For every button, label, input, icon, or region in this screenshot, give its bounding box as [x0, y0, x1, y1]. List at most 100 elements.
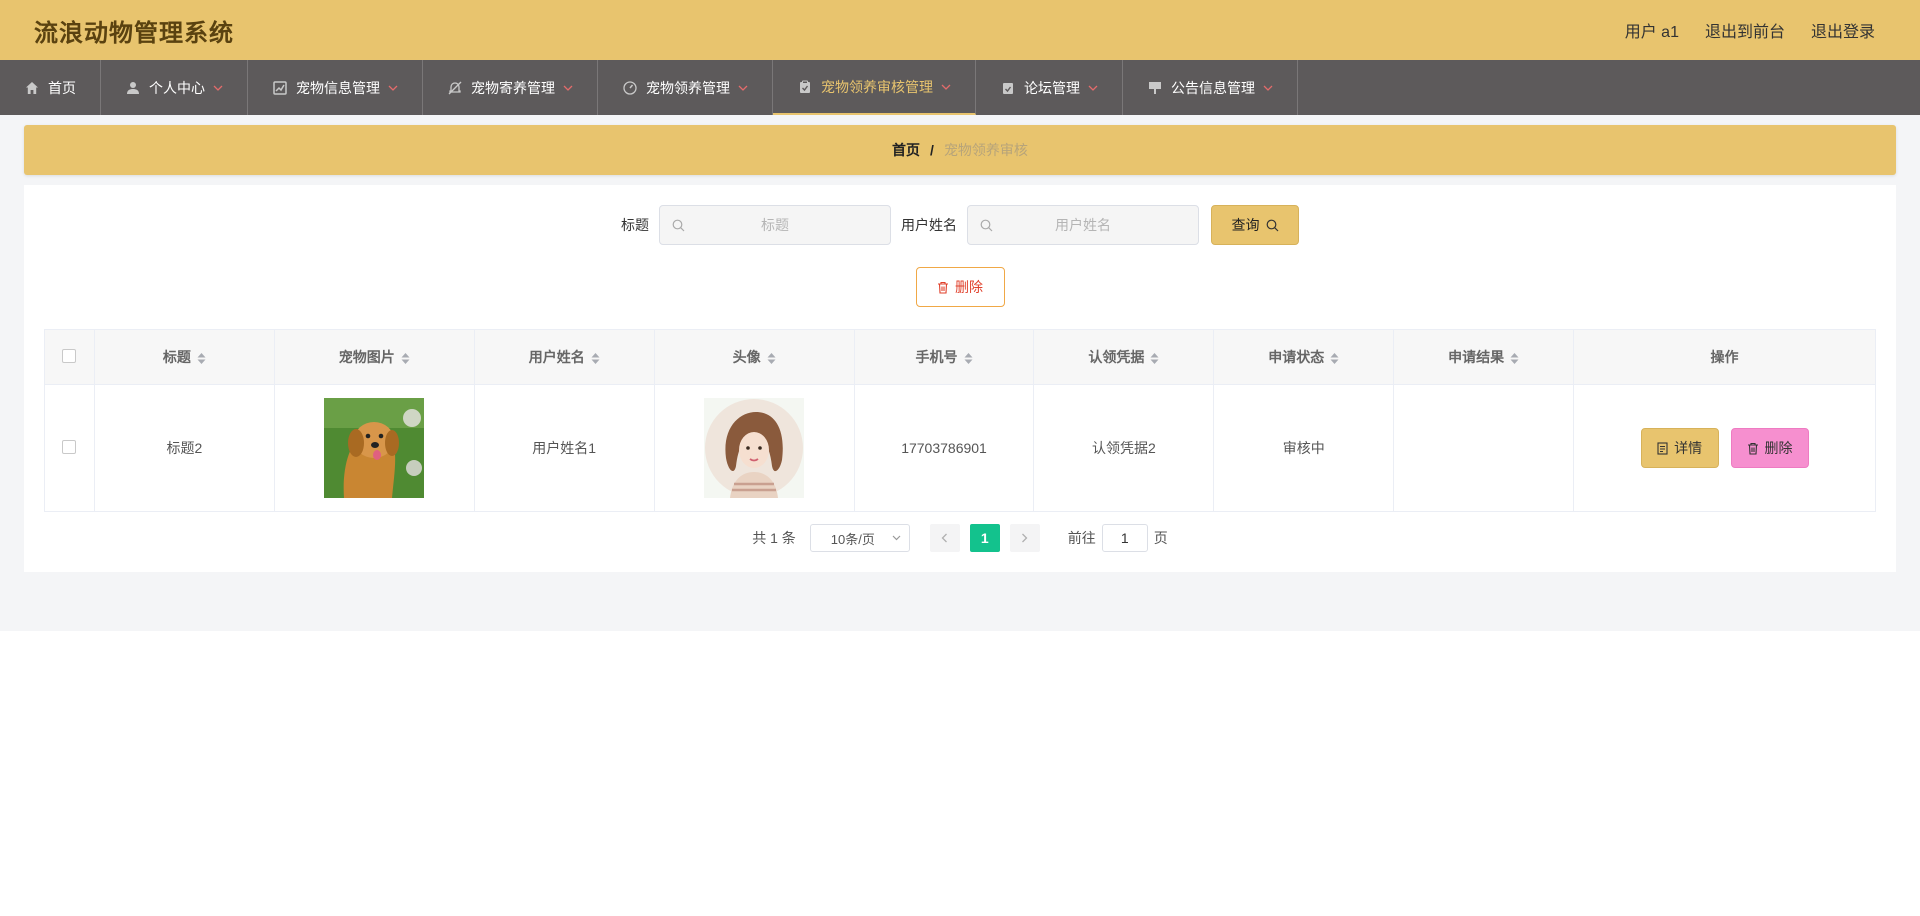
title-search-input[interactable]: [672, 217, 878, 233]
search-form: 标题 用户姓名 查询: [44, 205, 1876, 245]
sort-icon[interactable]: [1150, 352, 1159, 364]
delete-label: 删除: [955, 279, 983, 295]
nav-announcement[interactable]: 公告信息管理: [1123, 60, 1298, 115]
sort-icon[interactable]: [401, 352, 410, 364]
nav-adoption-review[interactable]: 宠物领养审核管理: [773, 60, 976, 115]
sort-icon[interactable]: [1330, 352, 1339, 364]
page-suffix: 页: [1153, 530, 1168, 546]
pet-dog-photo[interactable]: [324, 398, 425, 498]
col-username[interactable]: 用户姓名: [473, 329, 655, 385]
page-number-current[interactable]: 1: [969, 524, 1000, 552]
nav-label: 首页: [48, 79, 76, 96]
chevron-down-icon: [213, 85, 223, 91]
delete-label: 删除: [1764, 440, 1793, 456]
cell-status: 审核中: [1213, 384, 1395, 512]
col-avatar[interactable]: 头像: [653, 329, 855, 385]
col-result[interactable]: 申请结果: [1393, 329, 1575, 385]
chart-icon: [272, 80, 288, 96]
row-checkbox[interactable]: [62, 439, 77, 454]
batch-delete-button[interactable]: 删除: [915, 267, 1005, 307]
action-row: 删除: [44, 267, 1876, 307]
select-all-cell: [44, 329, 95, 385]
chevron-down-icon: [892, 535, 901, 541]
logout-link[interactable]: 退出登录: [1811, 18, 1875, 42]
nav-pet-foster[interactable]: 宠物寄养管理: [423, 60, 598, 115]
search-icon: [672, 219, 685, 232]
prev-page-button[interactable]: [929, 524, 960, 552]
detail-button[interactable]: 详情: [1640, 428, 1719, 468]
next-page-button[interactable]: [1009, 524, 1040, 552]
username-label: 用户姓名: [901, 217, 957, 233]
clipboard-check-icon: [1000, 80, 1016, 96]
chevron-left-icon: [941, 533, 948, 543]
nav-label: 宠物领养审核管理: [821, 78, 933, 95]
top-header: 流浪动物管理系统 用户 a1 退出到前台 退出登录: [0, 0, 1920, 60]
cell-avatar: [653, 384, 855, 512]
col-pet-image[interactable]: 宠物图片: [273, 329, 475, 385]
header-label: 认领凭据: [1088, 349, 1145, 365]
breadcrumb: 首页 / 宠物领养审核: [24, 125, 1896, 175]
detail-label: 详情: [1674, 440, 1703, 456]
sort-icon[interactable]: [197, 352, 206, 364]
table-row: 标题2 用户姓名1 17703786901 认领凭据2 审核中 详情 删除: [44, 384, 1876, 512]
nav-home[interactable]: 首页: [0, 60, 101, 115]
sign-icon: [1147, 80, 1163, 96]
page-buttons: 1: [929, 524, 1040, 552]
query-label: 查询: [1231, 217, 1260, 233]
user-avatar-image[interactable]: [704, 398, 805, 498]
breadcrumb-home[interactable]: 首页: [892, 140, 920, 160]
header-label: 手机号: [915, 349, 958, 365]
sort-icon[interactable]: [1510, 352, 1519, 364]
chevron-down-icon: [563, 85, 573, 91]
trash-icon: [937, 281, 949, 294]
gauge-icon: [622, 80, 638, 96]
row-delete-button[interactable]: 删除: [1730, 428, 1809, 468]
header-label: 标题: [162, 349, 191, 365]
page-size-select[interactable]: 10条/页: [809, 524, 910, 552]
adoption-review-table: 标题 宠物图片 用户姓名 头像 手机号 认领凭据 申请状态 申请结果 操作 标题…: [44, 329, 1876, 512]
user-icon: [125, 80, 141, 96]
chevron-down-icon: [1263, 85, 1273, 91]
col-title[interactable]: 标题: [93, 329, 275, 385]
nav-label: 论坛管理: [1024, 79, 1080, 96]
query-button[interactable]: 查询: [1211, 205, 1299, 245]
app-title: 流浪动物管理系统: [34, 19, 234, 47]
header-label: 用户姓名: [528, 349, 585, 365]
nav-pet-adoption[interactable]: 宠物领养管理: [598, 60, 773, 115]
clipboard-icon: [797, 79, 813, 95]
table-header-row: 标题 宠物图片 用户姓名 头像 手机号 认领凭据 申请状态 申请结果 操作: [44, 329, 1876, 385]
cell-username: 用户姓名1: [473, 384, 655, 512]
col-credential[interactable]: 认领凭据: [1033, 329, 1215, 385]
nav-label: 宠物信息管理: [296, 79, 380, 96]
title-label: 标题: [621, 217, 649, 233]
sort-icon[interactable]: [591, 352, 600, 364]
nav-personal-center[interactable]: 个人中心: [101, 60, 248, 115]
goto-page-input[interactable]: [1101, 524, 1148, 552]
select-all-checkbox[interactable]: [62, 348, 77, 363]
row-select-cell: [44, 384, 95, 512]
cell-actions: 详情 删除: [1573, 384, 1876, 512]
header-label: 申请状态: [1268, 349, 1325, 365]
pagination: 共 1 条 10条/页 1 前往 页: [44, 524, 1876, 552]
nav-label: 宠物领养管理: [646, 79, 730, 96]
username-search-input[interactable]: [980, 217, 1186, 233]
nav-forum[interactable]: 论坛管理: [976, 60, 1123, 115]
total-count: 共 1 条: [752, 530, 796, 546]
nav-pet-info[interactable]: 宠物信息管理: [248, 60, 423, 115]
col-status[interactable]: 申请状态: [1213, 329, 1395, 385]
sort-icon[interactable]: [767, 352, 776, 364]
goto-page: 前往 页: [1068, 524, 1168, 552]
user-name-link[interactable]: 用户 a1: [1625, 18, 1679, 42]
search-icon: [1266, 219, 1279, 232]
back-to-front-link[interactable]: 退出到前台: [1705, 18, 1785, 42]
title-search-field: [659, 205, 891, 245]
chevron-down-icon: [388, 85, 398, 91]
col-phone[interactable]: 手机号: [853, 329, 1035, 385]
sort-icon[interactable]: [964, 352, 973, 364]
cell-credential: 认领凭据2: [1033, 384, 1215, 512]
page-size-value: 10条/页: [830, 531, 875, 547]
cell-result: [1393, 384, 1575, 512]
trash-icon: [1747, 442, 1759, 455]
col-actions: 操作: [1573, 329, 1876, 385]
chevron-down-icon: [941, 84, 951, 90]
